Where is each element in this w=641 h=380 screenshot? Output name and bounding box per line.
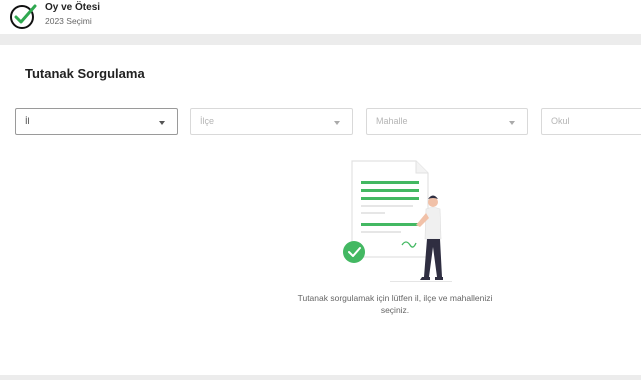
- mahalle-select-placeholder: Mahalle: [376, 116, 408, 126]
- chevron-down-icon: [334, 121, 340, 125]
- okul-select-placeholder: Okul: [551, 116, 570, 126]
- footer-divider: [0, 375, 641, 380]
- il-select-value: İl: [25, 116, 30, 126]
- header-divider: [0, 34, 641, 45]
- il-select[interactable]: İl: [15, 108, 178, 135]
- ilce-select-placeholder: İlçe: [200, 116, 215, 126]
- app-title[interactable]: Oy ve Ötesi: [45, 2, 100, 13]
- chevron-down-icon: [509, 121, 515, 125]
- mahalle-select[interactable]: Mahalle: [366, 108, 528, 135]
- query-card: [0, 45, 641, 375]
- okul-select[interactable]: Okul: [541, 108, 641, 135]
- document-person-illustration: [343, 160, 452, 282]
- chevron-down-icon: [159, 121, 165, 125]
- app-subtitle: 2023 Seçimi: [45, 16, 92, 26]
- ilce-select[interactable]: İlçe: [190, 108, 353, 135]
- check-circle-logo-icon[interactable]: [10, 3, 37, 30]
- empty-state-message: Tutanak sorgulamak için lütfen il, ilçe …: [297, 293, 493, 315]
- page-title: Tutanak Sorgulama: [25, 66, 145, 81]
- top-bar: Oy ve Ötesi 2023 Seçimi: [0, 0, 641, 34]
